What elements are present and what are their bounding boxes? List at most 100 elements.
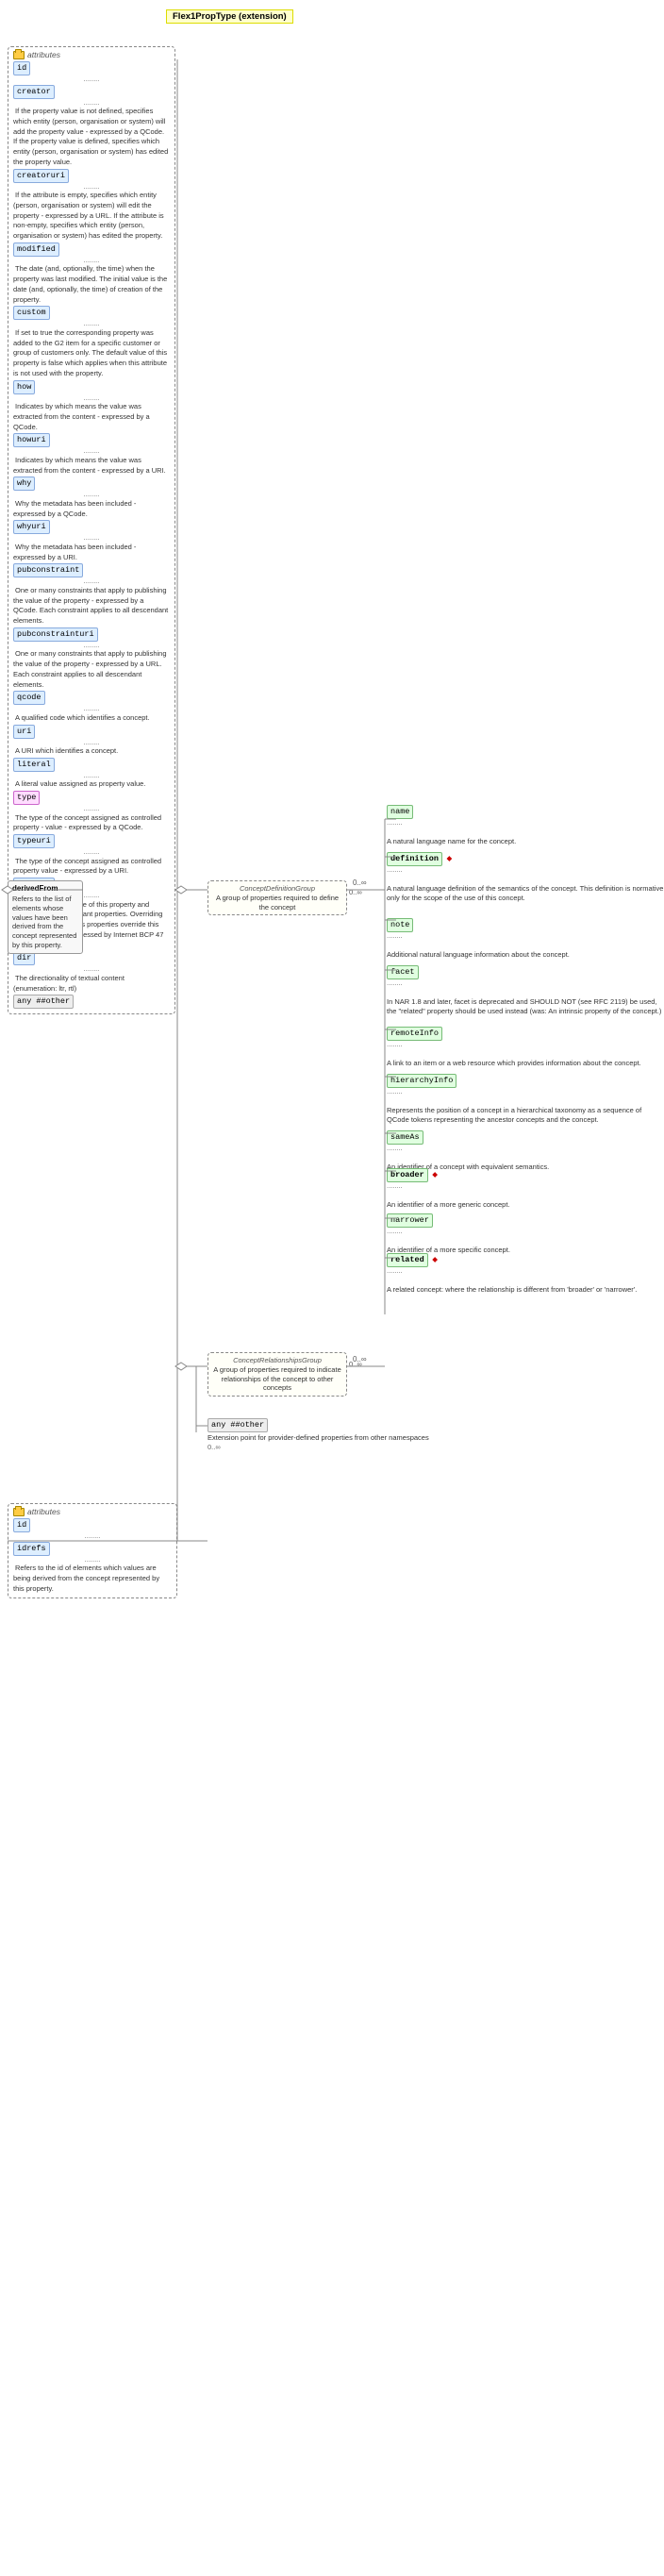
ci-hierarchyinfo-tag[interactable]: hierarchyInfo: [387, 1074, 456, 1088]
prop-dir-tag[interactable]: dir: [13, 951, 35, 965]
prop-literal-desc: A literal value assigned as property val…: [13, 779, 147, 788]
cdg-label: ConceptDefinitionGroup: [240, 884, 315, 893]
crg-multiplicity: 0..∞: [349, 1360, 362, 1368]
broader-indicator: ◆: [432, 1170, 438, 1179]
prop-uri-dots: ........: [13, 739, 170, 746]
prop-qcode-tag[interactable]: qcode: [13, 691, 45, 705]
ci-sameas-dots: ........: [387, 1145, 549, 1152]
prop-typeuri-tag[interactable]: typeuri: [13, 834, 55, 848]
prop-type-desc: The type of the concept assigned as cont…: [13, 813, 161, 832]
bottom-folder-icon: [13, 1508, 25, 1516]
prop-how-tag[interactable]: how: [13, 380, 35, 394]
ci-related-tag[interactable]: related: [387, 1253, 428, 1267]
bottom-prop-id-tag[interactable]: id: [13, 1518, 30, 1532]
ci-remoteinfo-tag[interactable]: remoteInfo: [387, 1027, 442, 1041]
related-indicator: ◆: [432, 1255, 438, 1263]
prop-pubconstraint-tag[interactable]: pubconstraint: [13, 563, 83, 577]
bottom-prop-idrefs-desc: Refers to the id of elements which value…: [13, 1564, 159, 1593]
prop-qcode-desc: A qualified code which identifies a conc…: [13, 713, 152, 722]
prop-custom-tag[interactable]: custom: [13, 306, 50, 320]
prop-why: why ........ Why the metadata has been i…: [13, 477, 170, 518]
prop-pubconstraint-desc: One or many constraints that apply to pu…: [13, 586, 168, 625]
ci-hierarchyinfo: hierarchyInfo ........ Represents the po…: [387, 1074, 664, 1125]
prop-uri-desc: A URI which identifies a concept.: [13, 746, 120, 755]
prop-why-dots: ........: [13, 491, 170, 498]
prop-type: type ........ The type of the concept as…: [13, 791, 170, 832]
bottom-attributes-label: attributes: [27, 1507, 60, 1516]
prop-pubconstraint: pubconstraint ........ One or many const…: [13, 563, 170, 626]
prop-qcode-dots: ........: [13, 705, 170, 712]
prop-modified-desc: The date (and, optionally, the time) whe…: [13, 264, 167, 303]
ci-broader-desc: An identifier of a more generic concept.: [387, 1200, 510, 1209]
ci-remoteinfo-desc: A link to an item or a web resource whic…: [387, 1059, 641, 1067]
ci-remoteinfo-dots: ........: [387, 1041, 641, 1048]
ci-broader-tag[interactable]: broader: [387, 1168, 428, 1182]
any-other-tag: any ##other: [13, 995, 74, 1009]
prop-typeuri-dots: ........: [13, 848, 170, 856]
prop-whyuri: whyuri ........ Why the metadata has bee…: [13, 520, 170, 561]
prop-why-tag[interactable]: why: [13, 477, 35, 491]
prop-any-other: any ##other: [13, 995, 170, 1009]
concept-relationships-group: ConceptRelationshipsGroup A group of pro…: [208, 1352, 347, 1397]
bottom-prop-id: id ........: [13, 1518, 172, 1540]
prop-modified-tag[interactable]: modified: [13, 243, 59, 257]
prop-how-desc: Indicates by which means the value was e…: [13, 402, 150, 431]
bottom-prop-idrefs-tag[interactable]: idrefs: [13, 1542, 50, 1556]
prop-literal-tag[interactable]: literal: [13, 758, 55, 772]
ci-sameas-tag[interactable]: sameAs: [387, 1130, 423, 1145]
prop-custom-dots: ........: [13, 320, 170, 327]
prop-howuri-tag[interactable]: howuri: [13, 433, 50, 447]
crg-label: ConceptRelationshipsGroup: [233, 1356, 322, 1364]
ci-sameas: sameAs ........ An identifier of a conce…: [387, 1130, 549, 1171]
prop-whyuri-desc: Why the metadata has been included - exp…: [13, 543, 136, 561]
prop-id-tag[interactable]: id: [13, 61, 30, 75]
crg-desc: A group of properties required to indica…: [213, 1365, 341, 1393]
ci-narrower-dots: ........: [387, 1228, 510, 1235]
prop-howuri-dots: ........: [13, 447, 170, 455]
prop-creator-dots: ........: [13, 99, 170, 107]
definition-indicator: ◆: [447, 854, 453, 862]
ci-related: related ◆ ........ A related concept: wh…: [387, 1253, 637, 1294]
prop-uri-tag[interactable]: uri: [13, 725, 35, 739]
cdg-desc: A group of properties required to define…: [216, 894, 339, 912]
derived-from-box: derivedFrom Refers to the list of elemen…: [8, 880, 83, 954]
bottom-prop-idrefs-dots: ........: [13, 1556, 172, 1564]
prop-dir-dots: ........: [13, 965, 170, 973]
prop-creator-tag[interactable]: creator: [13, 85, 55, 99]
ci-name-dots: ........: [387, 819, 516, 827]
ci-hierarchyinfo-dots: ........: [387, 1088, 664, 1096]
prop-dir-desc: The directionality of textual content (e…: [13, 974, 124, 993]
derived-from-desc: Refers to the list of elements whose val…: [12, 895, 78, 950]
ci-facet-tag[interactable]: facet: [387, 965, 419, 979]
page: Flex1PropType (extension) attributes id …: [0, 0, 664, 2532]
ci-facet-desc: In NAR 1.8 and later, facet is deprecate…: [387, 997, 661, 1016]
ci-note-dots: ........: [387, 932, 570, 940]
prop-custom: custom ........ If set to true the corre…: [13, 306, 170, 377]
prop-how-dots: ........: [13, 394, 170, 402]
prop-creatoruri-dots: ........: [13, 183, 170, 191]
prop-creatoruri-desc: If the attribute is empty, specifies whi…: [13, 191, 164, 240]
prop-pubconstrainturi-tag[interactable]: pubconstrainturi: [13, 627, 98, 642]
ci-narrower-tag[interactable]: narrower: [387, 1213, 433, 1228]
prop-dir: dir ........ The directionality of textu…: [13, 951, 170, 993]
ci-name-tag[interactable]: name: [387, 805, 413, 819]
prop-pubconstrainturi-desc: One or many constraints that apply to pu…: [13, 649, 167, 688]
ci-note-tag[interactable]: note: [387, 918, 413, 932]
crg-any-other-tag: any ##other: [208, 1418, 268, 1432]
ci-definition-dots: ........: [387, 866, 664, 874]
derived-from-label: derivedFrom: [12, 884, 78, 893]
prop-whyuri-tag[interactable]: whyuri: [13, 520, 50, 534]
ci-facet-dots: ........: [387, 979, 664, 987]
prop-why-desc: Why the metadata has been included - exp…: [13, 499, 136, 518]
crg-any-other: any ##other Extension point for provider…: [208, 1418, 429, 1451]
prop-creatoruri-tag[interactable]: creatoruri: [13, 169, 69, 183]
ci-broader-dots: ........: [387, 1182, 510, 1190]
ci-broader: broader ◆ ........ An identifier of a mo…: [387, 1168, 510, 1209]
svg-text:0..∞: 0..∞: [353, 878, 367, 887]
attributes-label: attributes: [27, 50, 60, 59]
prop-creatoruri: creatoruri ........ If the attribute is …: [13, 169, 170, 241]
prop-type-tag[interactable]: type: [13, 791, 40, 805]
ci-definition-tag[interactable]: definition: [387, 852, 442, 866]
ci-note-desc: Additional natural language information …: [387, 950, 570, 959]
ci-note: note ........ Additional natural languag…: [387, 918, 570, 959]
